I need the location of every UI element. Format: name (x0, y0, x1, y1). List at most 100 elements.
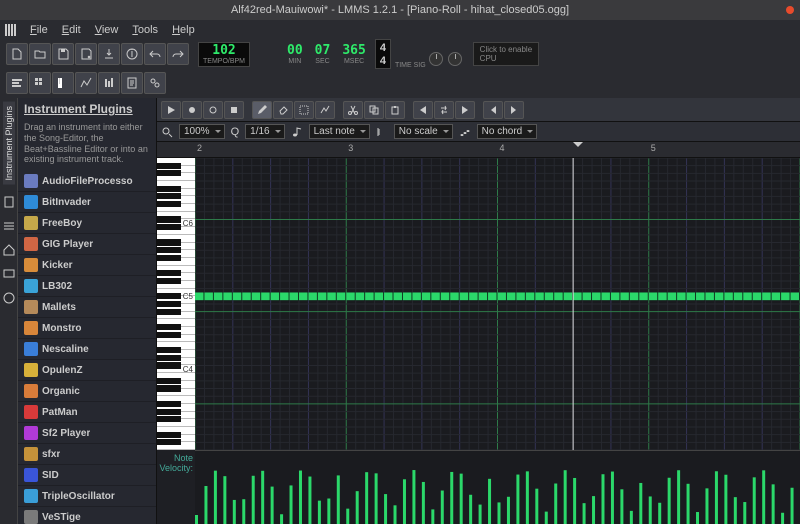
new-button[interactable] (6, 43, 28, 65)
piano-keyboard[interactable]: C4C5C6 (157, 158, 195, 450)
select-tool-button[interactable] (294, 101, 314, 119)
chord-combo[interactable]: No chord (477, 124, 538, 139)
plugin-item[interactable]: AudioFileProcesso (18, 171, 156, 192)
plugin-icon (24, 447, 38, 461)
plugin-item[interactable]: OpulenZ (18, 360, 156, 381)
master-pitch-knob[interactable] (446, 42, 464, 66)
plugin-label: LB302 (42, 281, 72, 292)
plugin-item[interactable]: BitInvader (18, 192, 156, 213)
whatsthis-button[interactable]: i (121, 43, 143, 65)
quantize-combo[interactable]: 1/16 (245, 124, 284, 139)
plugin-label: FreeBoy (42, 218, 82, 229)
scale-combo[interactable]: No scale (394, 124, 453, 139)
plugin-item[interactable]: FreeBoy (18, 213, 156, 234)
menu-file[interactable]: File (24, 22, 54, 38)
plugin-item[interactable]: LB302 (18, 276, 156, 297)
record-accomp-button[interactable] (203, 101, 223, 119)
plugin-item[interactable]: SID (18, 465, 156, 486)
controller-rack-button[interactable] (144, 72, 166, 94)
erase-tool-button[interactable] (273, 101, 293, 119)
redo-button[interactable] (167, 43, 189, 65)
piano-ruler-spacer (157, 142, 195, 158)
open-button[interactable] (29, 43, 51, 65)
chord-icon (459, 126, 471, 138)
plugin-item[interactable]: Kicker (18, 255, 156, 276)
tab-instrument-plugins[interactable]: Instrument Plugins (3, 102, 15, 185)
cpu-meter[interactable]: Click to enable CPU (473, 42, 539, 66)
record-button[interactable] (182, 101, 202, 119)
plugin-label: SID (42, 470, 59, 481)
close-icon[interactable] (786, 6, 794, 14)
home-tab-icon[interactable] (2, 243, 16, 257)
editor-toolbar2: 100% Q 1/16 Last note No scale No chord (157, 122, 800, 142)
window-title: Alf42red-Mauiwowi* - LMMS 1.2.1 - [Piano… (231, 4, 569, 16)
plugin-icon (24, 174, 38, 188)
bb-editor-button[interactable] (29, 72, 51, 94)
plugin-item[interactable]: Mallets (18, 297, 156, 318)
plugin-label: VeSTige (42, 512, 81, 523)
tempo-lcd[interactable]: 102TEMPO/BPM (198, 42, 250, 67)
plugin-label: GIG Player (42, 239, 93, 250)
plugin-item[interactable]: PatMan (18, 402, 156, 423)
plugin-label: OpulenZ (42, 365, 83, 376)
samples-tab-icon[interactable] (2, 195, 16, 209)
titlebar: Alf42red-Mauiwowi* - LMMS 1.2.1 - [Piano… (0, 0, 800, 20)
master-volume-knob[interactable] (427, 42, 445, 66)
plugin-item[interactable]: Monstro (18, 318, 156, 339)
presets-tab-icon[interactable] (2, 219, 16, 233)
project-notes-button[interactable] (121, 72, 143, 94)
menu-help[interactable]: Help (166, 22, 201, 38)
menu-tools[interactable]: Tools (126, 22, 164, 38)
saveas-button[interactable] (75, 43, 97, 65)
play-button[interactable] (161, 101, 181, 119)
fx-mixer-button[interactable] (98, 72, 120, 94)
piano-roll-button[interactable] (52, 72, 74, 94)
automation-button[interactable] (75, 72, 97, 94)
plugin-label: BitInvader (42, 197, 91, 208)
plugin-item[interactable]: sfxr (18, 444, 156, 465)
song-editor-button[interactable] (6, 72, 28, 94)
plugin-item[interactable]: VeSTige (18, 507, 156, 524)
menu-view[interactable]: View (89, 22, 125, 38)
menu-edit[interactable]: Edit (56, 22, 87, 38)
zoom-back-button[interactable] (483, 101, 503, 119)
save-button[interactable] (52, 43, 74, 65)
draw-tool-button[interactable] (252, 101, 272, 119)
side-tabs: Instrument Plugins (0, 98, 18, 524)
plugin-label: Sf2 Player (42, 428, 90, 439)
note-grid[interactable] (195, 158, 800, 450)
velocity-area[interactable] (195, 450, 800, 524)
plugin-item[interactable]: GIG Player (18, 234, 156, 255)
notelen-combo[interactable]: Last note (309, 124, 370, 139)
plugin-item[interactable]: Sf2 Player (18, 423, 156, 444)
q-label: Q (231, 126, 240, 138)
plugin-item[interactable]: TripleOscillator (18, 486, 156, 507)
plugin-item[interactable]: Nescaline (18, 339, 156, 360)
app-logo-icon (4, 22, 20, 38)
svg-text:i: i (131, 48, 133, 60)
zoom-combo[interactable]: 100% (179, 124, 225, 139)
timeline-ruler[interactable]: 2345 (195, 142, 800, 158)
timesig-lcd[interactable]: 44 (375, 39, 391, 69)
sidebar-hint: Drag an instrument into either the Song-… (18, 120, 156, 171)
main-toolbar-row2 (0, 68, 800, 98)
detune-tool-button[interactable] (315, 101, 335, 119)
paste-button[interactable] (385, 101, 405, 119)
plugin-item[interactable]: Organic (18, 381, 156, 402)
export-button[interactable] (98, 43, 120, 65)
timeline-loop-button[interactable] (434, 101, 454, 119)
plugin-icon (24, 237, 38, 251)
projects-tab-icon[interactable] (2, 291, 16, 305)
plugin-icon (24, 342, 38, 356)
sidebar: Instrument Plugins Drag an instrument in… (18, 98, 157, 524)
stop-button[interactable] (224, 101, 244, 119)
computer-tab-icon[interactable] (2, 267, 16, 281)
timeline-prev-button[interactable] (413, 101, 433, 119)
plugin-icon (24, 510, 38, 524)
cut-button[interactable] (343, 101, 363, 119)
timeline-next-button[interactable] (455, 101, 475, 119)
zoom-fwd-button[interactable] (504, 101, 524, 119)
undo-button[interactable] (144, 43, 166, 65)
copy-button[interactable] (364, 101, 384, 119)
zoom-icon (161, 126, 173, 138)
